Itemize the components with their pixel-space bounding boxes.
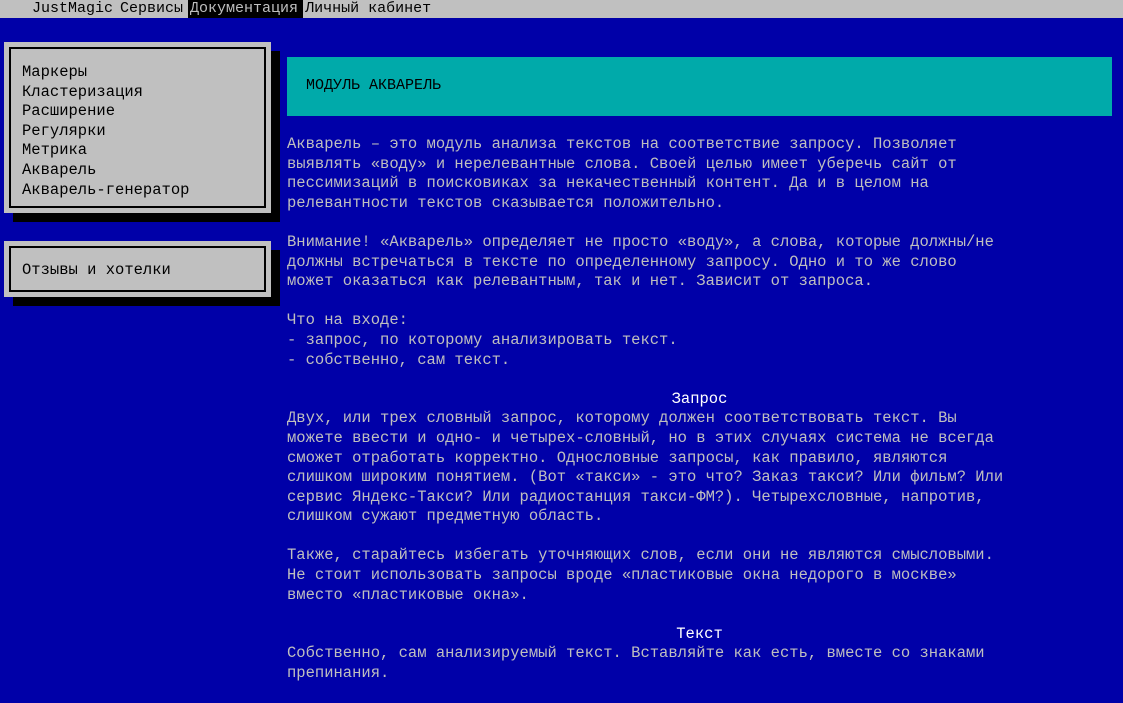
text-section: Текст Собственно, сам анализируемый текс… [287,625,1117,684]
text-paragraph: Собственно, сам анализируемый текст. Вст… [287,644,985,683]
sidebar-feedback-frame: Отзывы и хотелки [9,246,266,292]
sidebar-modules-panel: Маркеры Кластеризация Расширение Регуляр… [4,42,271,213]
page-title-bar: МОДУЛЬ АКВАРЕЛЬ [287,57,1112,116]
input-paragraph: Что на входе: - запрос, по которому анал… [287,311,678,369]
sidebar-item-expansion[interactable]: Расширение [22,102,189,122]
sidebar-item-akvarel[interactable]: Акварель [22,161,189,181]
sidebar-item-metrics[interactable]: Метрика [22,141,189,161]
text-heading: Текст [676,624,723,643]
query-paragraph: Двух, или трех словный запрос, которому … [287,409,1004,526]
query-section: Запрос Двух, или трех словный запрос, ко… [287,390,1117,606]
query-paragraph-2: Также, старайтесь избегать уточняющих сл… [287,546,994,604]
sidebar-feedback-panel: Отзывы и хотелки [4,241,271,297]
menu-account[interactable]: Личный кабинет [303,0,436,18]
sidebar-item-clustering[interactable]: Кластеризация [22,83,189,103]
menu-services[interactable]: Сервисы [118,0,188,18]
top-menubar: JustMagic Сервисы Документация Личный ка… [0,0,1123,18]
intro-paragraph: Акварель – это модуль анализа текстов на… [287,135,957,212]
article-content: Акварель – это модуль анализа текстов на… [287,135,1117,703]
sidebar-item-akvarel-generator[interactable]: Акварель-генератор [22,181,189,201]
sidebar-item-regex[interactable]: Регулярки [22,122,189,142]
menu-documentation[interactable]: Документация [188,0,304,18]
query-heading: Запрос [671,389,728,408]
sidebar-item-feedback[interactable]: Отзывы и хотелки [22,261,171,280]
page-title: МОДУЛЬ АКВАРЕЛЬ [306,77,442,94]
menu-justmagic[interactable]: JustMagic [30,0,118,18]
warning-paragraph: Внимание! «Акварель» определяет не прост… [287,232,994,291]
sidebar-item-markers[interactable]: Маркеры [22,63,189,83]
sidebar-modules-list: Маркеры Кластеризация Расширение Регуляр… [22,63,189,200]
sidebar-modules-frame: Маркеры Кластеризация Расширение Регуляр… [9,47,266,208]
